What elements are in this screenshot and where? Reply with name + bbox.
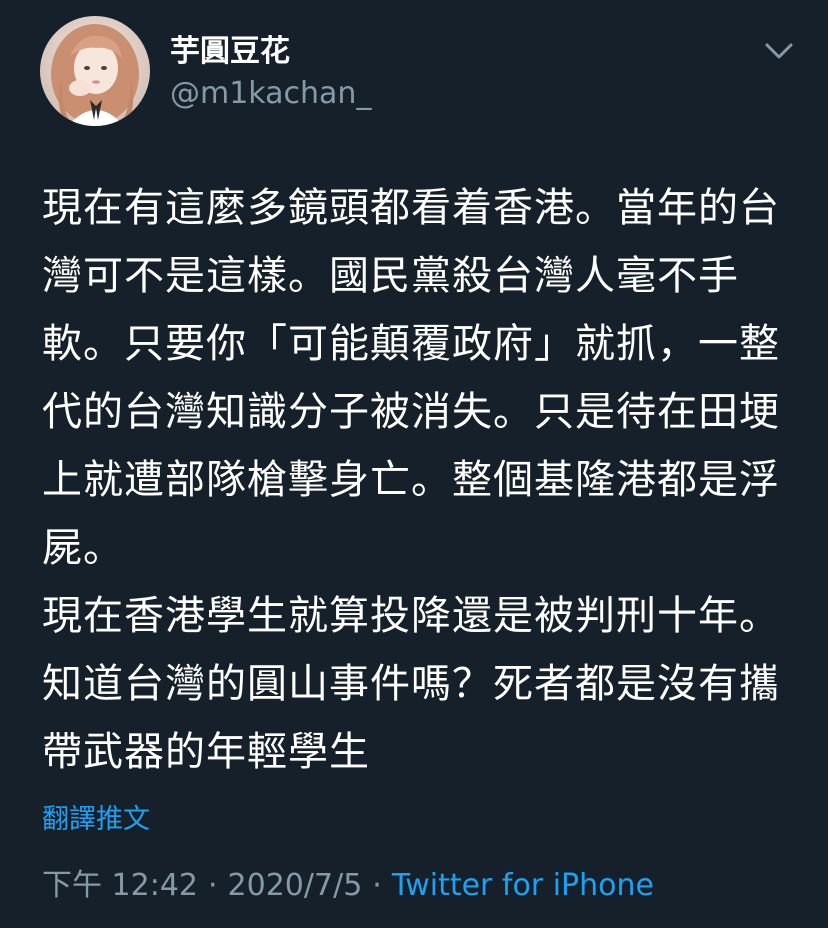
tweet-metadata: 下午 12:42 · 2020/7/5 · Twitter for iPhone: [42, 866, 654, 906]
tweet-source-link[interactable]: Twitter for iPhone: [392, 868, 654, 903]
translate-tweet-link[interactable]: 翻譯推文: [42, 802, 150, 838]
tweet-time[interactable]: 下午 12:42: [42, 868, 198, 903]
tweet-detail: 芋圓豆花 @m1kachan_ 現在有這麼多鏡頭都看着香港。當年的台灣可不是這樣…: [0, 0, 828, 928]
author-handle[interactable]: @m1kachan_: [170, 76, 371, 112]
separator: ·: [208, 868, 218, 903]
avatar[interactable]: [40, 16, 150, 126]
author-display-name[interactable]: 芋圓豆花: [170, 34, 290, 70]
tweet-text: 現在有這麼多鏡頭都看着香港。當年的台灣可不是這樣。國民黨殺台灣人毫不手軟。只要你…: [42, 185, 780, 775]
tweet-date[interactable]: 2020/7/5: [228, 868, 363, 903]
chevron-down-icon[interactable]: [762, 38, 796, 64]
profile-photo: [40, 16, 150, 126]
separator: ·: [372, 868, 382, 903]
